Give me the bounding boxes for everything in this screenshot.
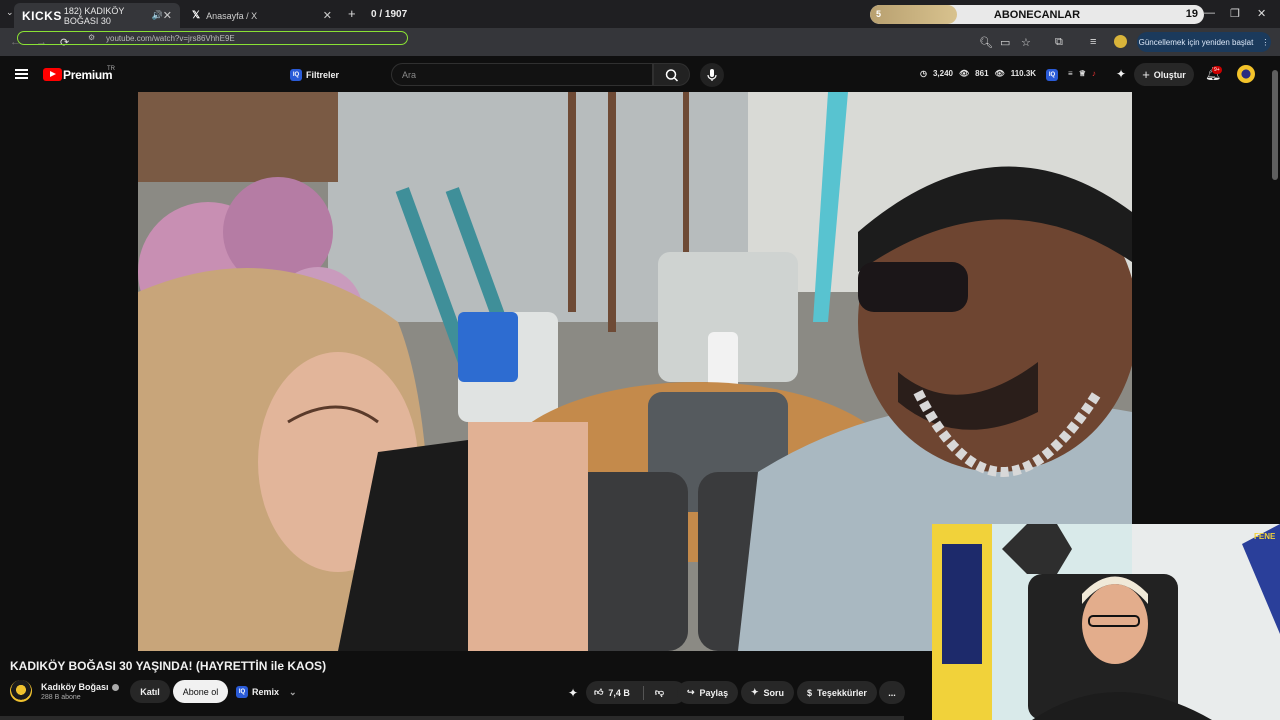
close-icon[interactable]: ✕ (163, 9, 172, 22)
create-label: Oluştur (1153, 69, 1186, 80)
page-scrollbar[interactable] (1272, 70, 1278, 180)
update-restart-button[interactable]: Güncellemek için yeniden başlat ⋮ (1137, 32, 1271, 52)
bookmark-star-icon[interactable]: ☆ (1021, 36, 1031, 49)
webcam-overlay: FENE (932, 524, 1280, 720)
channel-name[interactable]: Kadıköy Boğası (41, 682, 119, 692)
update-label: Güncellemek için yeniden başlat (1138, 37, 1254, 47)
cast-icon[interactable]: ▭ (1000, 36, 1010, 49)
verified-icon (111, 684, 119, 692)
join-button[interactable]: Katıl (130, 680, 170, 703)
media-icon[interactable]: ≡ (1090, 36, 1096, 48)
iq-icon[interactable]: IQ (1046, 69, 1059, 81)
thanks-icon: $ (807, 687, 813, 698)
sparkle-icon: ✦ (751, 687, 759, 697)
search-placeholder: Ara (402, 69, 417, 80)
tab-x[interactable]: 𝕏 Anasayfa / X ✕ (184, 3, 340, 28)
region-label: TR (107, 66, 115, 72)
iq-icon: IQ (290, 68, 302, 81)
more-button[interactable]: ... (879, 681, 905, 704)
clip-icon[interactable]: ✦ (568, 686, 578, 700)
youtube-logo-icon[interactable] (43, 68, 62, 81)
ask-label: Soru (763, 687, 785, 698)
divider (642, 685, 644, 700)
tab-prefix: KICKS (22, 8, 62, 23)
restore-icon[interactable]: ❐ (1230, 7, 1240, 20)
ask-button[interactable]: ✦ Soru (741, 681, 795, 704)
abonecanlar-progress: 5 ABONECANLAR 19 (870, 5, 1204, 24)
zoom-icon[interactable]: 🔍︎ (979, 36, 993, 49)
share-icon: ↪ (687, 687, 695, 697)
minimize-icon[interactable]: — (1204, 7, 1215, 19)
tab-title: 182) KADIKÖY BOĞASI 30 (63, 5, 125, 26)
webcam-frame (932, 524, 1280, 720)
premium-logo-text[interactable]: Premium (63, 68, 113, 82)
remix-button[interactable]: IQ Remix ⌄ (236, 686, 297, 698)
more-icon: ... (888, 687, 896, 698)
search-button[interactable] (653, 63, 690, 86)
progress-end: 19 (1185, 8, 1198, 20)
pennant-text: FENE (1254, 532, 1276, 541)
url-text: youtube.com/watch?v=jrs86VhhE9E (106, 33, 235, 43)
x-logo-icon: 𝕏 (192, 10, 201, 21)
extensions-icon[interactable]: ⧉ (1055, 36, 1063, 49)
profile-icon[interactable] (1114, 35, 1127, 48)
progress-track (0, 716, 904, 720)
channel-name-text: Kadıköy Boğası (41, 682, 109, 692)
url-field[interactable]: ⚙ youtube.com/watch?v=jrs86VhhE9E (17, 31, 408, 45)
filters-button[interactable]: IQ Filtreler (290, 66, 339, 83)
search-icon (665, 69, 679, 82)
stat-eye-icon: 👁︎ (994, 69, 1005, 78)
avatar[interactable] (1237, 65, 1255, 83)
like-count: 7,4 B (608, 687, 630, 698)
stats-bar: ◷ 3,240 👁︎ 861 👁︎ 110.3K IQ ≡ ♕ ♪ (920, 69, 1096, 81)
like-button[interactable]: 👍︎ 7,4 B 👎︎ (586, 681, 686, 704)
counter-text: 0 / 1907 (371, 9, 408, 20)
site-info-icon[interactable]: ⚙ (88, 33, 95, 42)
mic-icon (707, 69, 717, 81)
subscribe-button[interactable]: Abone ol (173, 680, 228, 703)
share-label: Paylaş (699, 687, 729, 698)
subscriber-count: 288 B abone (41, 694, 81, 701)
chevron-down-icon: ⌄ (289, 686, 297, 697)
create-button[interactable]: + Oluştur (1134, 63, 1194, 86)
thanks-label: Teşekkürler (817, 687, 867, 698)
close-icon[interactable]: ✕ (323, 9, 332, 22)
speaker-icon[interactable]: 🔊 (152, 10, 163, 21)
tab-title: Anasayfa / X (206, 10, 258, 21)
alert-icon[interactable]: ♪ (1092, 69, 1096, 81)
trophy-icon[interactable]: ♕ (1079, 69, 1086, 81)
video-title: KADIKÖY BOĞASI 30 YAŞINDA! (HAYRETTİN il… (10, 659, 327, 673)
stat-value: 110.3K (1010, 69, 1037, 78)
iq-icon: IQ (236, 686, 248, 698)
thumbs-down-icon[interactable]: 👎︎ (655, 687, 664, 698)
stat-value: 861 (975, 69, 989, 78)
stat-value: 3,240 (932, 69, 954, 78)
menu-icon[interactable] (15, 69, 28, 79)
thanks-button[interactable]: $ Teşekkürler (797, 681, 877, 704)
voice-search-button[interactable] (700, 63, 724, 87)
share-button[interactable]: ↪ Paylaş (677, 681, 739, 704)
address-toolbar: ← → ⟳ ⚙ youtube.com/watch?v=jrs86VhhE9E … (0, 28, 1280, 56)
puzzle-icon[interactable]: ✦ (1116, 67, 1126, 81)
tab-list-button[interactable]: ⌄ (6, 7, 14, 18)
stat-eye-icon: 👁︎ (959, 69, 970, 78)
new-tab-button[interactable]: + (348, 6, 356, 21)
thumbs-up-icon: 👍︎ (594, 687, 604, 697)
close-window-icon[interactable]: ✕ (1257, 7, 1266, 20)
channel-avatar[interactable] (10, 680, 32, 702)
youtube-header: Premium TR IQ Filtreler Ara ◷ 3,240 👁︎ 8… (0, 56, 1280, 92)
search-input[interactable]: Ara (391, 63, 653, 86)
list-icon[interactable]: ≡ (1068, 69, 1073, 81)
browser-tabbar: ⌄ KICKS 182) KADIKÖY BOĞASI 30 🔊 ✕ 𝕏 Ana… (0, 0, 1280, 28)
filters-label: Filtreler (306, 69, 340, 80)
notification-badge: 9+ (1212, 66, 1222, 74)
plus-icon: + (1142, 67, 1150, 82)
stat-clock-icon: ◷ (920, 69, 927, 78)
kebab-menu-icon[interactable]: ⋮ (1261, 38, 1269, 47)
remix-label: Remix (252, 687, 280, 697)
progress-title: ABONECANLAR (993, 8, 1081, 21)
tab-kadikoy[interactable]: KICKS 182) KADIKÖY BOĞASI 30 🔊 ✕ (14, 3, 180, 28)
